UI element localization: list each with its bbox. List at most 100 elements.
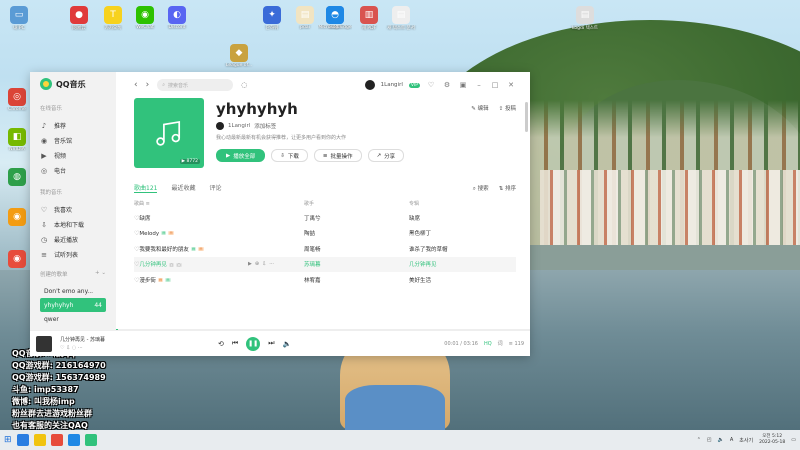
more-icon[interactable]: ⋯ bbox=[78, 345, 83, 351]
song-artist[interactable]: 丁禹兮 bbox=[304, 214, 409, 222]
song-title[interactable]: 我要我和最好的朋友 bbox=[139, 247, 189, 253]
desktop-icon[interactable]: ◎ Chrome bbox=[0, 88, 34, 112]
song-album[interactable]: 缺席 bbox=[409, 214, 516, 222]
start-icon[interactable]: ⊞ bbox=[4, 435, 12, 445]
tab-1[interactable]: 最近收藏 bbox=[171, 183, 195, 193]
song-album[interactable]: 美好生活 bbox=[409, 276, 516, 284]
network-icon[interactable]: ◰ bbox=[707, 437, 712, 443]
song-artist[interactable]: 林宥嘉 bbox=[304, 276, 409, 284]
desktop-icon[interactable]: ◐ Discord bbox=[160, 6, 194, 30]
add-tag-link[interactable]: 添加标签 bbox=[254, 122, 276, 130]
now-playing-title[interactable]: 几分钟再见 bbox=[60, 337, 85, 343]
edit-button[interactable]: ✎ 编辑 bbox=[471, 104, 488, 112]
taskbar-app-icon[interactable] bbox=[67, 434, 80, 446]
settings-icon[interactable]: ⚙ bbox=[442, 81, 452, 89]
desktop-icon[interactable]: ▤ kogdi 텍스트 bbox=[568, 6, 602, 31]
sidebar-item[interactable]: ≡ 试听列表 bbox=[40, 247, 106, 262]
tray-lang[interactable]: A bbox=[730, 437, 733, 443]
song-title[interactable]: 几分钟再见 bbox=[139, 262, 167, 268]
share-button[interactable]: ↗ 分享 bbox=[367, 149, 405, 162]
loop-icon[interactable]: ⟲ bbox=[218, 340, 224, 348]
desktop-icon[interactable]: ▤ pdai bbox=[288, 6, 322, 30]
scrollbar[interactable] bbox=[525, 102, 528, 132]
desktop-icon[interactable]: ▤ 새 텍스트 문서 bbox=[384, 6, 418, 31]
notification-icon[interactable]: ▭ bbox=[791, 437, 796, 443]
vip-badge[interactable]: VIP bbox=[408, 82, 420, 88]
song-row[interactable]: ♡缺席 丁禹兮 缺席 bbox=[134, 210, 516, 226]
maximize-icon[interactable]: □ bbox=[490, 81, 500, 89]
desktop-icon[interactable]: ◉ bbox=[0, 250, 34, 269]
sidebar-item[interactable]: ◉ 音乐馆 bbox=[40, 133, 106, 148]
desktop-icon[interactable]: ✦ 단하위 bbox=[255, 6, 289, 31]
app-logo[interactable]: QQ音乐 bbox=[40, 78, 106, 90]
song-title[interactable]: 缺席 bbox=[139, 216, 150, 222]
close-icon[interactable]: ✕ bbox=[506, 81, 516, 89]
song-title[interactable]: 漫步街 bbox=[139, 278, 156, 284]
sort-button[interactable]: ⇅ 排序 bbox=[499, 184, 516, 193]
forward-arrow-icon[interactable]: › bbox=[146, 80, 150, 90]
sidebar-item[interactable]: ▶ 视频 bbox=[40, 148, 106, 163]
taskbar-app-icon[interactable] bbox=[16, 434, 29, 446]
now-playing-artist[interactable]: 苏璃暮 bbox=[90, 337, 105, 343]
sound-icon[interactable]: 🔈 bbox=[718, 437, 724, 443]
taskbar-app-icon[interactable] bbox=[33, 434, 46, 446]
next-icon[interactable]: ⏭ bbox=[268, 339, 274, 348]
song-title[interactable]: Melody bbox=[139, 231, 159, 237]
batch-button[interactable]: ≡ 批量操作 bbox=[313, 149, 362, 162]
voice-search-icon[interactable]: ◌ bbox=[241, 81, 247, 89]
sidebar-item[interactable]: ◎ 电台 bbox=[40, 163, 106, 178]
tab-2[interactable]: 评论 bbox=[209, 183, 221, 193]
download-small-icon[interactable]: ⇩ bbox=[66, 345, 70, 351]
user-name[interactable]: 1Langirl bbox=[381, 82, 403, 88]
taskbar-app-icon[interactable] bbox=[50, 434, 63, 446]
song-album[interactable]: 黑色柳丁 bbox=[409, 229, 516, 237]
comment-icon[interactable]: ◌ bbox=[72, 345, 76, 351]
playlist-item[interactable]: qwer bbox=[40, 312, 106, 326]
song-row[interactable]: ♡我要我和最好的朋友 ▤ ▤ 周笔畅 谁杀了我的草帽 bbox=[134, 241, 516, 257]
song-row[interactable]: ♡漫步街 ▤ ▤ 林宥嘉 美好生活 bbox=[134, 272, 516, 288]
song-artist[interactable]: 陶喆 bbox=[304, 229, 409, 237]
desktop-icon[interactable]: ◉ bbox=[0, 208, 34, 227]
sidebar-item[interactable]: ♪ 推荐 bbox=[40, 118, 106, 133]
song-row[interactable]: ♡Melody ▤ ▤ 陶喆 黑色柳丁 bbox=[134, 226, 516, 242]
play-all-button[interactable]: ▶ 播放全部 bbox=[216, 149, 266, 162]
desktop-icon[interactable]: ◆ League of... bbox=[222, 44, 256, 68]
add-icon[interactable]: ⊕ bbox=[255, 261, 259, 267]
now-playing-cover[interactable] bbox=[36, 335, 52, 352]
search-input[interactable]: ⌕ 搜索音乐 bbox=[157, 79, 234, 91]
download-row-icon[interactable]: ⇩ bbox=[262, 261, 266, 267]
song-album[interactable]: 谁杀了我的草帽 bbox=[409, 245, 516, 253]
volume-icon[interactable]: 🔈 bbox=[283, 340, 292, 348]
desktop-icon[interactable]: ◉ WeChat bbox=[128, 6, 162, 30]
pause-button[interactable]: ❚❚ bbox=[246, 336, 261, 351]
playlist-item[interactable]: Don't emo any... bbox=[40, 284, 106, 298]
desktop-icon[interactable]: ▥ 새 PDF bbox=[352, 6, 386, 31]
desktop-icon[interactable]: ◓ Microsoft Edge bbox=[318, 6, 352, 30]
playback-progress-bar[interactable] bbox=[116, 329, 530, 330]
list-search-button[interactable]: ⌕ 搜索 bbox=[473, 184, 489, 193]
tray-ime[interactable]: 초사기 bbox=[739, 437, 753, 444]
desktop-icon[interactable]: ◧ NVIDIA bbox=[0, 128, 34, 152]
creator-name[interactable]: 1Langirl bbox=[228, 123, 250, 129]
song-album[interactable]: 几分钟再见 bbox=[409, 260, 516, 268]
quality-badge[interactable]: HQ bbox=[484, 341, 492, 347]
desktop-icon[interactable]: ◍ bbox=[0, 168, 34, 187]
avatar[interactable] bbox=[364, 80, 375, 90]
song-row[interactable]: ♡几分钟再见 ▢ ▢ ▶ ⊕ ⇩ ⋯ 苏璃暮 几分钟再见 bbox=[134, 256, 516, 272]
like-icon[interactable]: ♡ bbox=[60, 345, 64, 351]
skin-icon[interactable]: ♡ bbox=[426, 81, 436, 89]
sidebar-item[interactable]: ◷ 最近播放 bbox=[40, 232, 106, 247]
download-button[interactable]: ⇩ 下载 bbox=[271, 149, 308, 162]
taskbar-app-icon[interactable] bbox=[84, 434, 97, 446]
desktop-icon[interactable]: ● 网易云 bbox=[62, 6, 96, 31]
song-artist[interactable]: 周笔畅 bbox=[304, 245, 409, 253]
back-arrow-icon[interactable]: ‹ bbox=[134, 80, 138, 90]
song-artist[interactable]: 苏璃暮 bbox=[304, 260, 409, 268]
tab-0[interactable]: 歌曲121 bbox=[134, 183, 158, 193]
desktop-icon[interactable]: T 카카오톡 bbox=[96, 6, 130, 31]
playlist-cover[interactable]: ▶ 8772 bbox=[134, 98, 204, 168]
desktop-icon[interactable]: ▭ 내 PC bbox=[2, 6, 36, 31]
sidebar-item[interactable]: ⇩ 本地和下载 bbox=[40, 217, 106, 232]
clock[interactable]: 오전 5:12 2022-05-18 bbox=[759, 434, 785, 446]
previous-icon[interactable]: ⏮ bbox=[232, 339, 238, 348]
